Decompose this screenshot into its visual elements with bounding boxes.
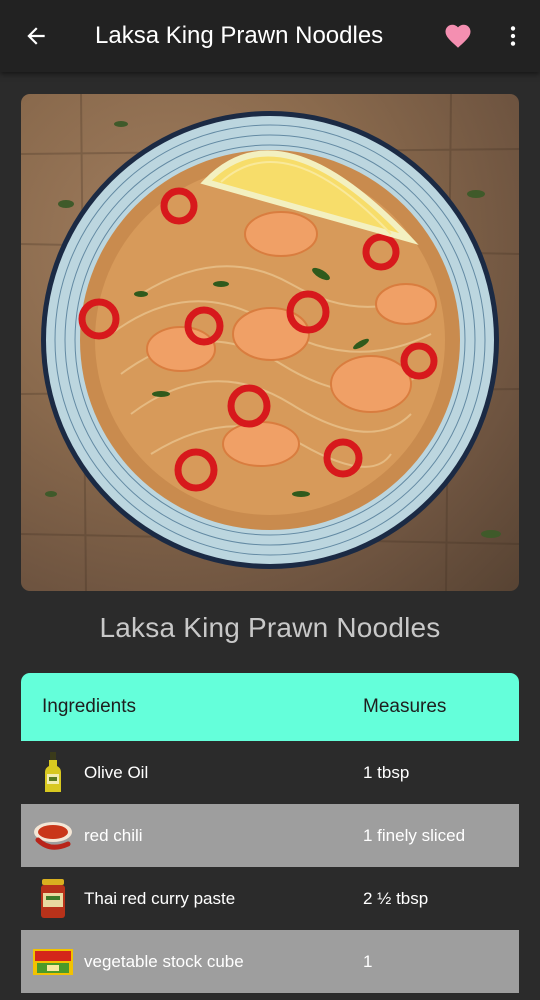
table-header: Ingredients Measures — [21, 673, 519, 741]
red-chili-icon — [33, 821, 72, 850]
table-row[interactable]: vegetable stock cube 1 — [21, 930, 519, 993]
more-options-button[interactable] — [486, 0, 540, 72]
ingredient-name: Thai red curry paste — [84, 888, 236, 908]
measures-column-header: Measures — [363, 696, 447, 717]
ingredient-measure: 1 — [363, 951, 373, 971]
app-bar: Laksa King Prawn Noodles — [0, 0, 540, 72]
recipe-image — [21, 94, 519, 591]
ingredient-measure: 1 tbsp — [363, 762, 410, 782]
back-button[interactable] — [0, 0, 72, 72]
ingredients-column-header: Ingredients — [42, 696, 137, 717]
olive-oil-bottle-icon — [44, 751, 61, 792]
heart-icon — [445, 24, 471, 48]
table-row[interactable]: Thai red curry paste 2 ½ tbsp — [21, 867, 519, 930]
more-vert-icon — [510, 26, 516, 46]
stock-cube-icon — [32, 948, 73, 975]
curry-paste-jar-icon — [40, 878, 65, 918]
ingredients-table: Ingredients Measures Olive Oil 1 tbsp re… — [21, 673, 519, 993]
ingredient-name: vegetable stock cube — [84, 951, 244, 971]
favorite-button[interactable] — [430, 0, 486, 72]
table-row[interactable]: red chili 1 finely sliced — [21, 804, 519, 867]
table-row[interactable]: Olive Oil 1 tbsp — [21, 741, 519, 804]
arrow-back-icon — [27, 27, 45, 45]
recipe-title: Laksa King Prawn Noodles — [99, 612, 441, 643]
ingredient-name: red chili — [84, 825, 143, 845]
ingredient-name: Olive Oil — [84, 762, 149, 782]
ingredient-measure: 1 finely sliced — [363, 825, 466, 845]
ingredient-measure: 2 ½ tbsp — [363, 888, 429, 908]
page-title: Laksa King Prawn Noodles — [95, 22, 384, 49]
